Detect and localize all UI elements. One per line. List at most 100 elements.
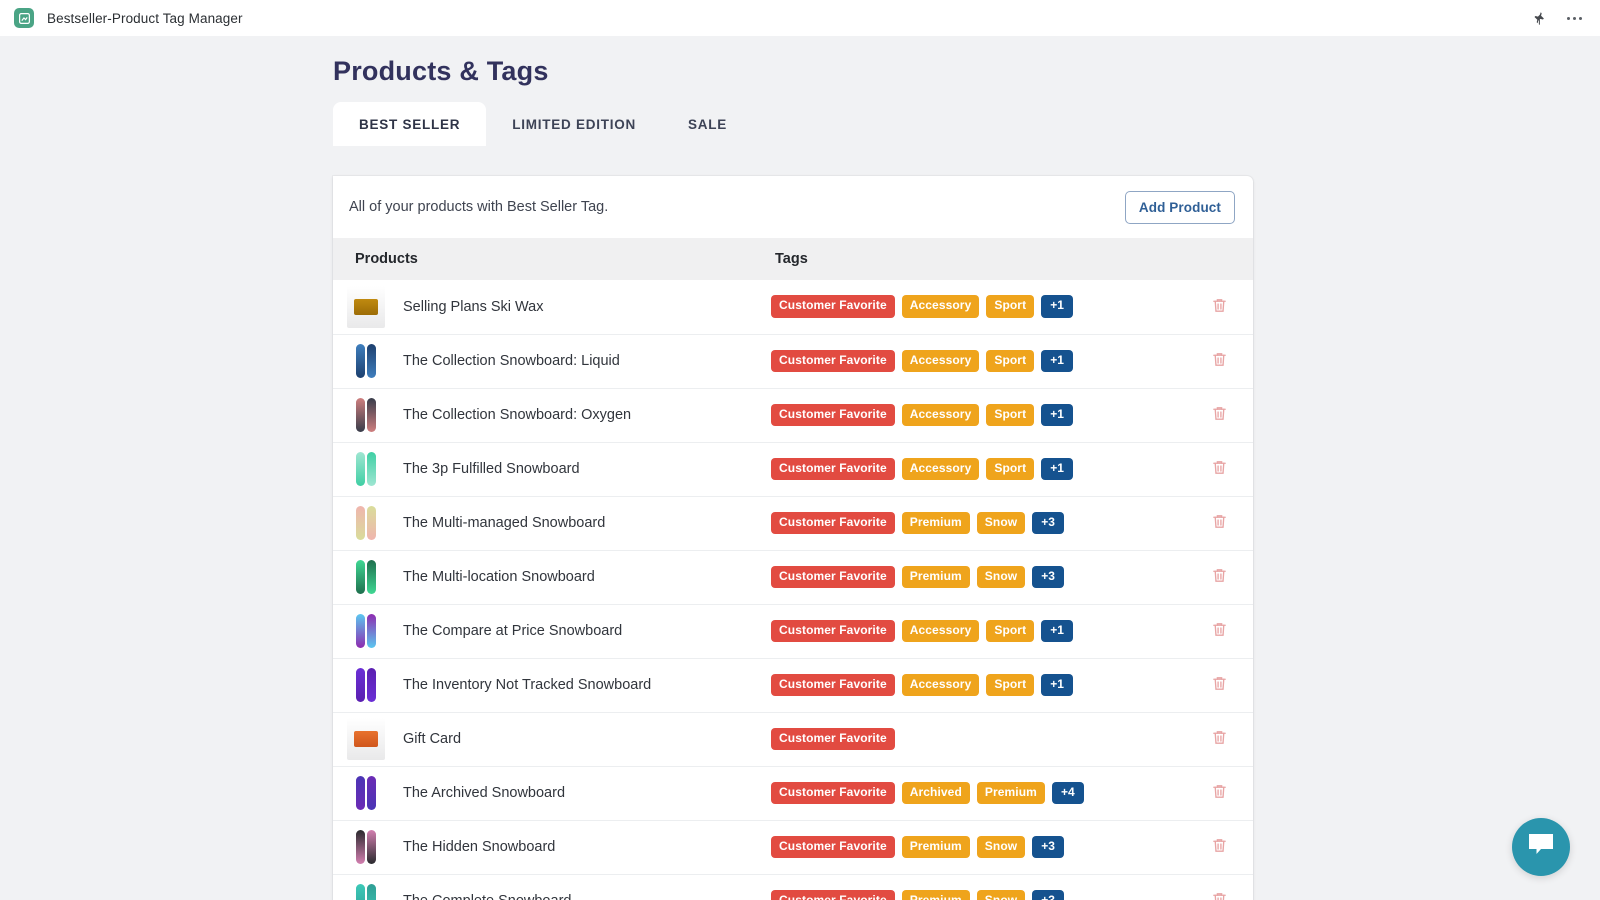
page-title: Products & Tags (333, 56, 549, 87)
product-name: The Archived Snowboard (403, 785, 565, 801)
tag-badge[interactable]: Customer Favorite (771, 566, 895, 589)
tab-best-seller[interactable]: BEST SELLER (333, 102, 486, 146)
tag-badge[interactable]: Customer Favorite (771, 782, 895, 805)
tag-overflow-badge[interactable]: +1 (1041, 620, 1073, 643)
tag-badge[interactable]: Accessory (902, 295, 980, 318)
trash-icon (1211, 837, 1228, 857)
tags-cell: Customer Favorite Accessory Sport +1 (765, 280, 1185, 334)
product-thumbnail (347, 502, 385, 544)
card-header: All of your products with Best Seller Ta… (333, 176, 1253, 238)
tag-badge[interactable]: Sport (986, 458, 1034, 481)
tag-badge[interactable]: Customer Favorite (771, 404, 895, 427)
tag-badge[interactable]: Accessory (902, 404, 980, 427)
delete-product-button[interactable] (1207, 833, 1232, 861)
tag-overflow-badge[interactable]: +1 (1041, 404, 1073, 427)
tag-badge[interactable]: Customer Favorite (771, 458, 895, 481)
tag-badge[interactable]: Accessory (902, 350, 980, 373)
tag-badge[interactable]: Customer Favorite (771, 295, 895, 318)
product-cell: The Multi-location Snowboard (333, 550, 765, 604)
tag-overflow-badge[interactable]: +4 (1052, 782, 1084, 805)
delete-product-button[interactable] (1207, 887, 1232, 900)
delete-product-button[interactable] (1207, 401, 1232, 429)
product-thumbnail (347, 718, 385, 760)
tag-badge[interactable]: Sport (986, 350, 1034, 373)
tag-badge[interactable]: Premium (902, 566, 970, 589)
add-product-button[interactable]: Add Product (1125, 191, 1235, 224)
trash-icon (1211, 513, 1228, 533)
tag-badge[interactable]: Premium (902, 836, 970, 859)
trash-icon (1211, 405, 1228, 425)
delete-product-button[interactable] (1207, 617, 1232, 645)
product-cell: The 3p Fulfilled Snowboard (333, 442, 765, 496)
delete-product-button[interactable] (1207, 455, 1232, 483)
tag-badge[interactable]: Customer Favorite (771, 890, 895, 900)
delete-product-button[interactable] (1207, 563, 1232, 591)
tag-overflow-badge[interactable]: +1 (1041, 674, 1073, 697)
product-thumbnail (347, 826, 385, 868)
tag-overflow-badge[interactable]: +3 (1032, 836, 1064, 859)
delete-product-button[interactable] (1207, 725, 1232, 753)
pin-icon[interactable] (1532, 11, 1547, 26)
tag-badge[interactable]: Accessory (902, 674, 980, 697)
product-name: The 3p Fulfilled Snowboard (403, 461, 580, 477)
table-row: The Multi-location Snowboard Customer Fav… (333, 550, 1253, 604)
more-options-icon[interactable] (1567, 17, 1582, 20)
tag-badge[interactable]: Customer Favorite (771, 728, 895, 751)
tab-sale[interactable]: SALE (662, 102, 753, 146)
tag-badge[interactable]: Premium (977, 782, 1045, 805)
table-row: Gift CardCustomer Favorite (333, 712, 1253, 766)
tag-badge[interactable]: Customer Favorite (771, 836, 895, 859)
tag-badge[interactable]: Accessory (902, 620, 980, 643)
delete-product-button[interactable] (1207, 779, 1232, 807)
delete-product-button[interactable] (1207, 293, 1232, 321)
tag-overflow-badge[interactable]: +1 (1041, 350, 1073, 373)
tag-badge[interactable]: Customer Favorite (771, 620, 895, 643)
product-name: The Multi-location Snowboard (403, 569, 595, 585)
tag-badge[interactable]: Customer Favorite (771, 674, 895, 697)
product-cell: The Inventory Not Tracked Snowboard (333, 658, 765, 712)
tag-badge[interactable]: Snow (977, 890, 1025, 900)
tag-badge[interactable]: Premium (902, 890, 970, 900)
tag-badge[interactable]: Sport (986, 620, 1034, 643)
tags-cell: Customer Favorite Accessory Sport +1 (765, 388, 1185, 442)
table-row: The Complete SnowboardCustomer FavoriteP… (333, 874, 1253, 900)
tag-badge[interactable]: Customer Favorite (771, 512, 895, 535)
tag-badge[interactable]: Sport (986, 404, 1034, 427)
product-thumbnail (347, 610, 385, 652)
tag-overflow-badge[interactable]: +3 (1032, 566, 1064, 589)
tag-badge[interactable]: Sport (986, 674, 1034, 697)
tag-overflow-badge[interactable]: +1 (1041, 458, 1073, 481)
tag-badge[interactable]: Premium (902, 512, 970, 535)
window-title: Bestseller-Product Tag Manager (47, 11, 243, 26)
tag-overflow-badge[interactable]: +1 (1041, 295, 1073, 318)
tag-badge[interactable]: Accessory (902, 458, 980, 481)
tag-overflow-badge[interactable]: +3 (1032, 890, 1064, 900)
tag-badge[interactable]: Sport (986, 295, 1034, 318)
tag-overflow-badge[interactable]: +3 (1032, 512, 1064, 535)
chat-widget-button[interactable] (1512, 818, 1570, 876)
tab-bar: BEST SELLER LIMITED EDITION SALE (333, 102, 753, 146)
product-name: The Collection Snowboard: Oxygen (403, 407, 631, 423)
delete-product-button[interactable] (1207, 671, 1232, 699)
table-row: The Inventory Not Tracked Snowboard Custo… (333, 658, 1253, 712)
delete-product-button[interactable] (1207, 347, 1232, 375)
tag-badge[interactable]: Archived (902, 782, 970, 805)
tag-badge[interactable]: Snow (977, 566, 1025, 589)
tag-badge[interactable]: Snow (977, 836, 1025, 859)
delete-product-button[interactable] (1207, 509, 1232, 537)
product-cell: The Hidden Snowboard (333, 820, 765, 874)
column-header-tags: Tags (765, 238, 1185, 280)
tag-badge[interactable]: Snow (977, 512, 1025, 535)
product-thumbnail (347, 556, 385, 598)
column-header-actions (1185, 238, 1253, 280)
table-row: Selling Plans Ski WaxCustomer FavoriteAc… (333, 280, 1253, 334)
trash-icon (1211, 459, 1228, 479)
product-thumbnail (347, 286, 385, 328)
tag-badge[interactable]: Customer Favorite (771, 350, 895, 373)
product-name: The Compare at Price Snowboard (403, 623, 622, 639)
trash-icon (1211, 783, 1228, 803)
tab-limited-edition[interactable]: LIMITED EDITION (486, 102, 662, 146)
product-thumbnail (347, 448, 385, 490)
table-row: The Hidden Snowboard Customer Favorite Pre… (333, 820, 1253, 874)
tags-cell: Customer Favorite Accessory Sport +1 (765, 334, 1185, 388)
